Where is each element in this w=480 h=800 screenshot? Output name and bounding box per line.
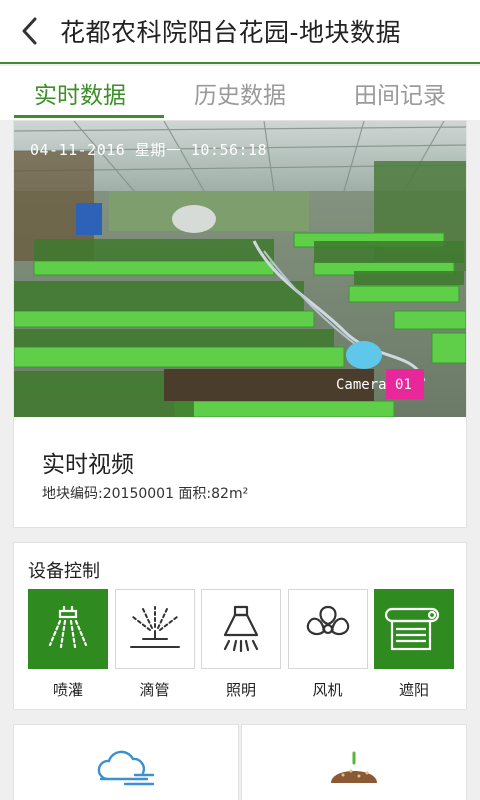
sprinkler-icon — [48, 605, 88, 649]
greenhouse-scene-image — [14, 121, 466, 417]
device-label-drip: 滴管 — [139, 681, 170, 699]
device-fan[interactable]: 风机 — [287, 589, 368, 700]
video-title: 实时视频 — [42, 452, 134, 478]
tab-bar: 实时数据 历史数据 田间记录 — [0, 66, 480, 120]
page-title: 花都农科院阳台花园-地块数据 — [60, 18, 402, 47]
device-toggle-fan[interactable] — [287, 589, 368, 669]
cloud-fog-icon — [97, 750, 155, 786]
tab-field-records[interactable]: 田间记录 — [320, 66, 480, 120]
osd-timestamp: 04-11-2016 星期一 10:56:18 — [30, 141, 268, 159]
device-toggle-lighting[interactable] — [201, 589, 281, 669]
live-video-card[interactable]: 04-11-2016 星期一 10:56:18 Camera 01 实时视频 地… — [13, 120, 467, 528]
device-control-card: 设备控制 喷灌 滴管 照明 风机 遮阳 — [13, 542, 467, 710]
device-label-lighting: 照明 — [225, 681, 256, 699]
osd-camera-label: Camera 01 — [336, 377, 412, 393]
device-control-title: 设备控制 — [28, 561, 100, 582]
tab-history-data[interactable]: 历史数据 — [160, 66, 320, 120]
weather-sensor-card[interactable] — [13, 724, 239, 800]
device-label-sprinkler: 喷灌 — [52, 681, 83, 699]
back-button[interactable] — [0, 0, 60, 63]
app-header: 花都农科院阳台花园-地块数据 — [0, 0, 480, 64]
soil-sprout-icon — [331, 751, 377, 783]
device-sprinkler[interactable]: 喷灌 — [28, 589, 108, 700]
sunshade-icon — [384, 607, 440, 651]
drip-irrigation-icon — [129, 606, 180, 648]
chevron-left-icon — [22, 17, 37, 45]
device-toggle-sunshade[interactable] — [374, 589, 454, 669]
fan-icon — [306, 605, 349, 636]
tab-realtime-data[interactable]: 实时数据 — [0, 66, 164, 120]
plot-info: 地块编码:20150001 面积:82m² — [42, 486, 249, 502]
device-lighting[interactable]: 照明 — [201, 589, 281, 700]
soil-sensor-card[interactable] — [241, 724, 467, 800]
device-label-sunshade: 遮阳 — [398, 681, 429, 699]
camera-feed[interactable]: 04-11-2016 星期一 10:56:18 Camera 01 — [14, 121, 466, 417]
device-list: 喷灌 滴管 照明 风机 遮阳 — [28, 589, 454, 700]
lamp-icon — [223, 605, 259, 653]
device-toggle-sprinkler[interactable] — [28, 589, 108, 669]
device-drip[interactable]: 滴管 — [114, 589, 195, 700]
device-label-fan: 风机 — [312, 681, 343, 699]
device-sunshade[interactable]: 遮阳 — [374, 589, 454, 700]
device-toggle-drip[interactable] — [114, 589, 195, 669]
